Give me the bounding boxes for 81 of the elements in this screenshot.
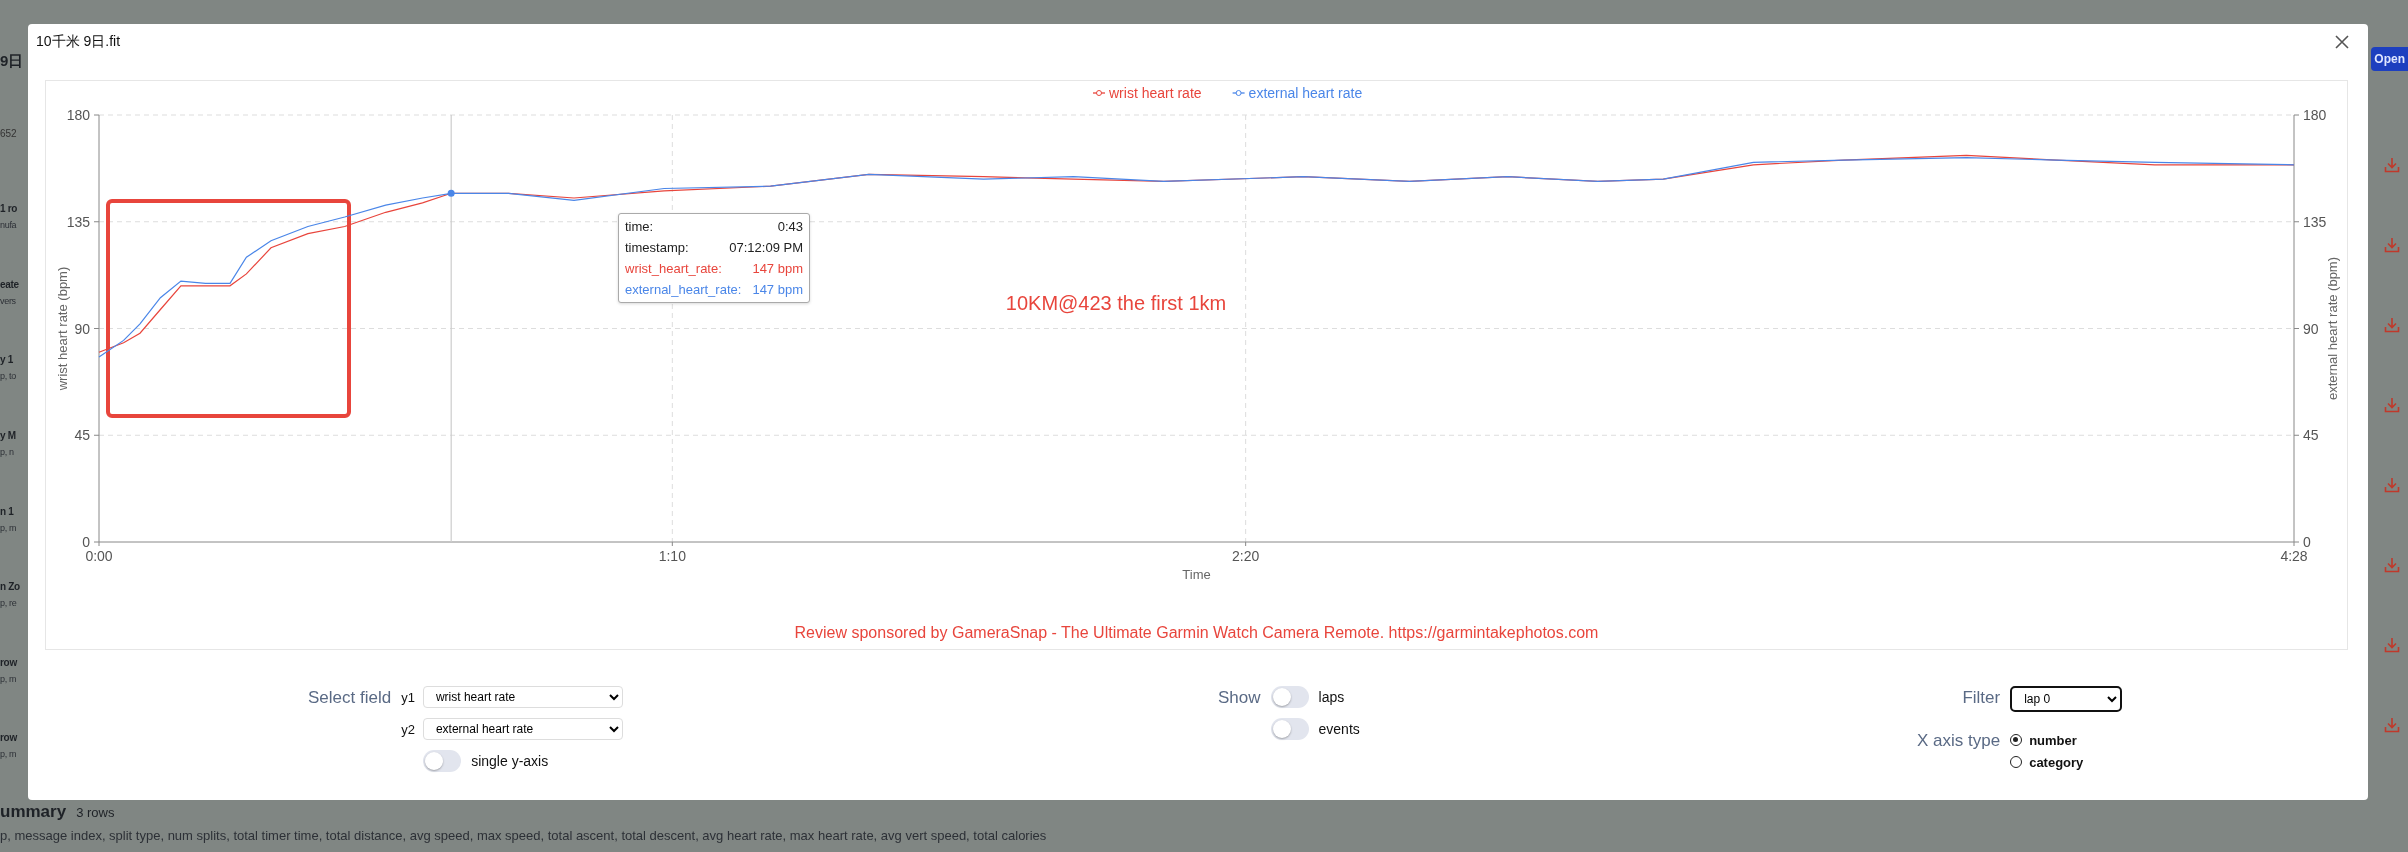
toggle-label: single y-axis (471, 753, 549, 769)
tooltip-label: timestamp: (625, 240, 689, 255)
message-title: eate (0, 278, 20, 290)
dropdown[interactable]: lap 0 (2010, 686, 2123, 712)
axis-title: wrist heart rate (bpm) (55, 266, 70, 391)
close-button[interactable] (2333, 33, 2351, 51)
download-icon[interactable] (2384, 237, 2400, 253)
legend-label: wrist heart rate (1109, 85, 1202, 101)
open-button[interactable]: Open (2371, 47, 2408, 71)
axis-title: external heart rate (bpm) (2325, 256, 2340, 401)
tooltip-value: 147 bpm (752, 261, 803, 276)
message-title: n Zo (0, 581, 21, 593)
tooltip-label: wrist_heart_rate: (625, 261, 722, 276)
sponsor-text: Review sponsored by GameraSnap - The Ultimate Garmin Watch Camera Remote. https://garmintakephotos.com (793, 624, 1600, 642)
tick-label: 180 (2303, 107, 2327, 123)
tooltip-label: time: (625, 219, 654, 234)
message-title: row (0, 656, 19, 668)
tooltip-label: external_heart_rate: (625, 282, 742, 297)
axis-label: y2 (401, 721, 415, 737)
tooltip-value: 07:12:09 PM (729, 240, 803, 255)
count-label: 652 (0, 127, 18, 139)
dialog-title: 10千米 9日.fit (36, 33, 121, 51)
field-label: Show (1218, 687, 1261, 709)
field-list: vers (0, 295, 28, 306)
tick-label: 135 (66, 213, 90, 230)
tick-label: 1:10 (658, 548, 686, 564)
download-icon[interactable] (2384, 637, 2400, 653)
dropdown[interactable]: wrist heart rate (422, 686, 623, 708)
message-title: row (0, 732, 19, 744)
toggle-switch[interactable] (1270, 718, 1309, 740)
annotation-text: 10KM@423 the first 1km (1005, 292, 1227, 314)
field-label: Select field (308, 687, 392, 709)
download-icon[interactable] (2384, 717, 2400, 733)
legend-icon (1092, 90, 1106, 96)
field-list: p, re (0, 598, 28, 609)
field-label: X axis type (1917, 729, 2001, 752)
tick-label: 135 (2303, 213, 2327, 230)
field-list: p, m (0, 673, 28, 684)
tick-label: 2:20 (1232, 548, 1260, 564)
tick-label: 0 (2303, 534, 2311, 550)
hover-point (447, 189, 455, 197)
axis-title: Time (1182, 567, 1211, 582)
radio-label: number (2029, 732, 2077, 748)
tooltip-value: 0:43 (777, 219, 803, 234)
legend-label: external heart rate (1248, 85, 1363, 101)
field-label: Filter (1961, 687, 2001, 709)
download-icon[interactable] (2384, 317, 2400, 333)
message-title: ummary (0, 802, 67, 822)
toggle-label: events (1318, 721, 1360, 737)
axis-label: y1 (401, 689, 415, 705)
radio-label: category (2029, 754, 2084, 770)
toggle-switch[interactable] (1270, 686, 1309, 708)
tick-label: 45 (2303, 427, 2319, 444)
tick-label: 90 (74, 320, 90, 337)
dropdown[interactable]: external heart rate (422, 718, 623, 740)
tick-label: 45 (74, 427, 90, 444)
message-title: y M (0, 429, 17, 441)
message-title: n 1 (0, 505, 15, 517)
legend-icon (1231, 90, 1246, 96)
field-list: p, n (0, 446, 28, 457)
tick-label: 0 (82, 534, 90, 550)
field-list: p, m (0, 749, 28, 760)
field-list: nufa (0, 220, 28, 231)
toggle-label: laps (1318, 689, 1345, 705)
download-icon[interactable] (2384, 397, 2400, 413)
count-label: 3 rows (76, 805, 115, 820)
field-list: p, message index, split type, num splits, total timer time, total distance, avg speed, max speed, total ascent, total descent, avg heart rate, max heart rate, avg vert speed, total calories (0, 828, 2408, 843)
field-list: p, m (0, 522, 28, 533)
tick-label: 4:28 (2280, 548, 2308, 564)
field-list: p, to (0, 371, 28, 382)
tick-label: 180 (66, 107, 90, 123)
tooltip-value: 147 bpm (752, 282, 803, 297)
tick-label: 90 (2303, 320, 2319, 337)
download-icon[interactable] (2384, 557, 2400, 573)
toggle-switch[interactable] (423, 750, 462, 772)
message-title: y 1 (0, 354, 14, 366)
tick-label: 0:00 (85, 548, 113, 564)
page-heading: 9日 (0, 52, 25, 71)
download-icon[interactable] (2384, 477, 2400, 493)
message-title: 1 ro (0, 203, 19, 215)
download-icon[interactable] (2384, 157, 2400, 173)
